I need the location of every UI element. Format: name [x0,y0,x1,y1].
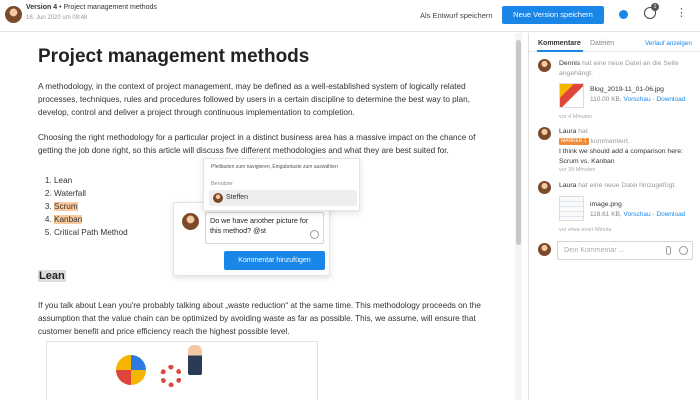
avatar [182,213,199,230]
paperclip-icon[interactable] [666,246,671,255]
file-meta: 110.00 KB, Vorschau - Download [590,96,686,103]
smiley-icon[interactable] [310,230,319,239]
top-bar: Version 4 • Project management methods 1… [0,0,700,32]
list-item[interactable]: Critical Path Method [54,226,128,239]
version-date: 16. Jun 2020 um 09:48 [26,15,88,21]
avatar [213,193,223,203]
mention-hint: Pfeiltasten zum navigieren, Eingabetaste… [211,164,338,170]
file-thumbnail-icon[interactable] [559,83,584,108]
paragraph-choosing[interactable]: Choosing the right methodology for a par… [38,131,493,157]
download-link[interactable]: Download [656,96,685,103]
comment-placeholder: Dein Kommentar ... [564,247,625,254]
paragraph-intro[interactable]: A methodology, in the context of project… [38,80,493,119]
history-link[interactable]: Verlauf anzeigen [645,40,692,47]
article-image[interactable] [46,341,318,400]
section-heading[interactable]: Lean [38,270,66,282]
version-info: Version 4 • Project management methods [26,4,157,11]
avatar [538,181,551,194]
activity-text: Dennis hat eine neue Datei an die Seite … [559,60,679,77]
mention-option-steffen[interactable]: Steffen [209,190,357,206]
mention-user-name: Steffen [226,194,249,201]
comment-field[interactable]: Dein Kommentar ... [557,241,693,260]
avatar [538,243,551,256]
comment-input[interactable]: Do we have another picture for this meth… [205,212,324,244]
paragraph-lean[interactable]: If you talk about Lean you're probably t… [38,299,493,338]
smiley-icon[interactable] [679,246,688,255]
download-link[interactable]: Download [656,211,685,218]
status-dot-icon[interactable] [619,10,628,19]
doc-title: Project management methods [63,4,157,11]
page-title[interactable]: Project management methods [38,46,309,68]
mention-group-label: Benutzer [211,181,234,187]
timestamp: vor etwa einer Minute [559,227,612,233]
list-item[interactable]: Kanban [54,213,128,226]
save-version-button[interactable]: Neue Version speichern [502,6,604,24]
ball-illustration [116,355,146,385]
mention-dropdown: Pfeiltasten zum navigieren, Eingabetaste… [203,158,360,211]
file-thumbnail-icon[interactable] [559,196,584,221]
gear-illustration [160,365,182,387]
list-item[interactable]: Lean [54,174,128,187]
tab-files[interactable]: Dateien [590,40,614,47]
avatar [538,59,551,72]
save-draft-button[interactable]: Als Entwurf speichern [420,11,493,20]
tab-active-indicator [537,50,583,52]
timestamp: vor 4 Minuten [559,114,593,120]
notification-badge: 1 [651,3,659,11]
tab-comments[interactable]: Kommentare [538,40,581,47]
preview-link[interactable]: Vorschau [624,211,651,218]
file-meta: 118.61 KB, Vorschau - Download [590,211,686,218]
comment-popup: Do we have another picture for this meth… [173,202,330,276]
preview-link[interactable]: Vorschau [624,96,651,103]
methods-list[interactable]: Lean Waterfall Scrum Kanban Critical Pat… [38,174,128,239]
activity-text: Laura hat eine neue Datei hinzugefügt. [559,182,677,189]
add-comment-button[interactable]: Kommentar hinzufügen [224,251,325,270]
person-illustration [188,345,202,375]
timestamp: vor 39 Minuten [559,167,596,173]
list-item[interactable]: Scrum [54,200,128,213]
highlighted-text[interactable]: Kanban [54,215,83,224]
marker-badge[interactable]: MARKER 1 [559,137,589,145]
scrollbar-thumb[interactable] [516,40,521,245]
file-name[interactable]: image.png [590,201,622,208]
highlighted-text[interactable]: Scrum [54,202,78,211]
avatar [538,127,551,140]
comment-text: I think we should add a comparison here:… [559,148,683,165]
list-item[interactable]: Waterfall [54,187,128,200]
activity-text: Laura hat MARKER 1 kommentiert. [559,128,630,145]
more-icon[interactable]: ⋮ [676,8,687,19]
version-label: Version 4 [26,4,58,11]
user-avatar[interactable] [5,6,22,23]
file-name[interactable]: Blog_2019-11_01-06.jpg [590,86,664,93]
comments-sidebar: Kommentare Dateien Verlauf anzeigen Denn… [529,33,700,400]
